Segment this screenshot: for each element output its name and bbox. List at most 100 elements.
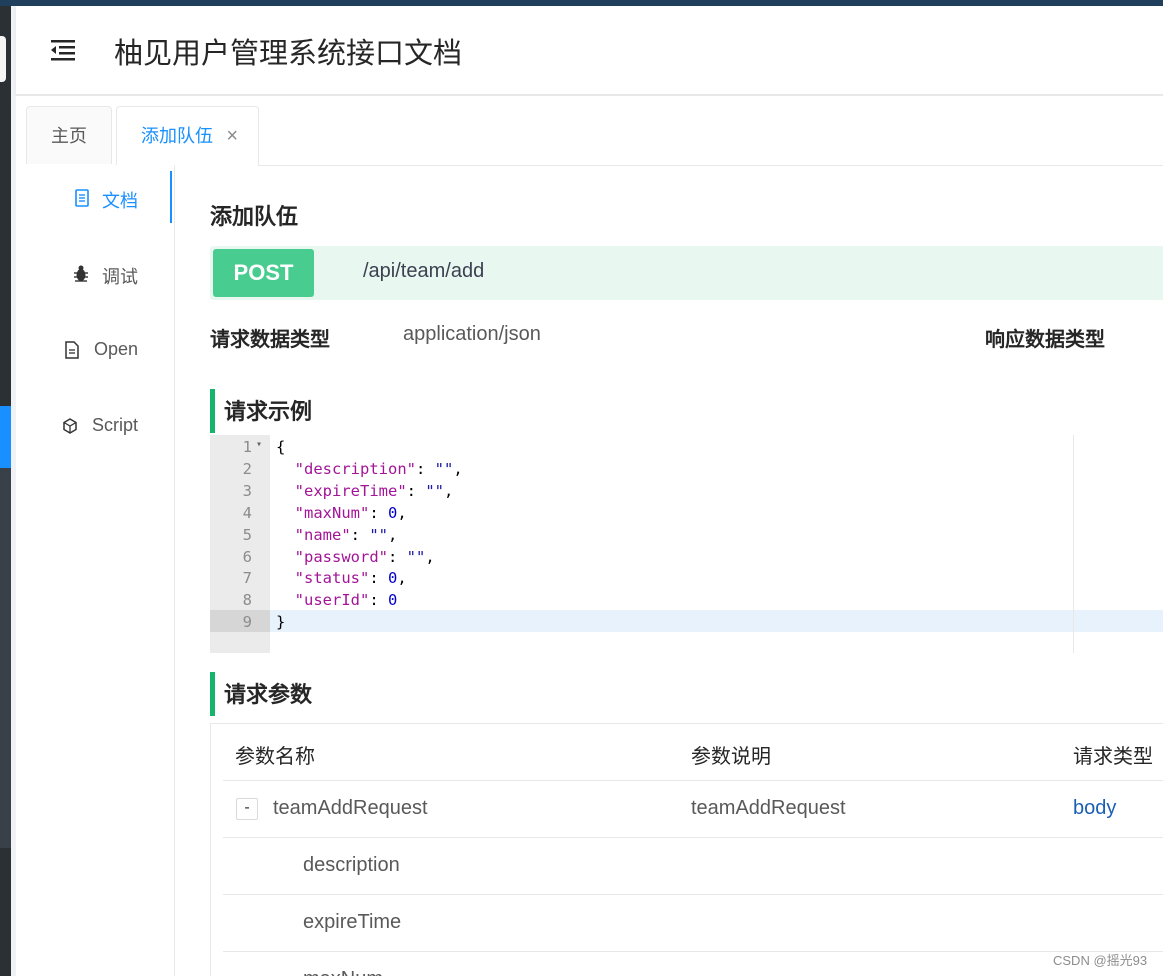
column-header: 参数说明 [691,746,771,768]
code-token-post: , [425,547,435,566]
code-token-post: , [397,503,407,522]
editor-print-margin [1073,435,1074,653]
code-sandbox-icon [63,418,77,434]
code-token-mid: : [388,547,407,566]
app-header: 柚见用户管理系统接口文档 [16,6,1163,96]
code-token-val: 0 [388,591,398,610]
rail-section [0,468,11,848]
request-example-title: 请求示例 [210,389,312,433]
nav-active-indicator [170,171,172,223]
request-type-value: application/json [403,323,541,346]
code-token-pre [276,504,295,522]
param-name: maxNum [303,968,383,976]
param-desc: teamAddRequest [691,797,846,819]
rail-handle[interactable] [0,36,6,82]
table-header-row: 参数名称 参数说明 请求类型 [223,724,1163,781]
code-token-key: "status" [294,569,370,588]
code-token-pre [276,526,295,544]
code-line: "expireTime": "", [276,480,454,502]
code-token-mid: : [369,569,388,588]
code-token-val: "" [425,481,444,500]
request-type-label-text: 请求数据类型 [210,329,330,351]
table-row: maxNum [223,952,1163,976]
nav-item-script[interactable]: Script [16,399,170,451]
bug-icon [74,265,88,282]
code-token-pre: } [276,613,286,632]
fold-toggle-icon[interactable]: ▾ [256,439,262,450]
line-number: 9 [242,613,252,632]
request-params-title: 请求参数 [210,672,312,716]
line-number: 4 [242,503,252,522]
doc-side-nav: 文档 调试 Open Script [16,165,175,976]
rail-active-indicator [0,406,11,468]
code-token-post: , [388,525,398,544]
close-icon[interactable]: × [226,107,238,165]
code-token-pre: { [276,438,286,456]
code-token-mid: : [416,459,435,478]
code-line: "maxNum": 0, [276,502,407,524]
code-line: "description": "", [276,458,463,480]
code-token-mid: : [369,591,388,610]
code-line: "name": "", [276,524,398,546]
tab-add-team[interactable]: 添加队伍 × [116,106,259,166]
code-line: { [276,436,285,458]
request-type-value-text: application/json [403,323,541,345]
param-name: description [303,854,400,876]
code-token-pre [276,460,295,478]
line-number: 5 [242,525,252,544]
code-token-mid: : [369,503,388,522]
param-name: teamAddRequest [273,797,428,819]
param-type: body [1073,797,1117,819]
endpoint-bar: POST /api/team/add [210,246,1163,300]
doc-content: 添加队伍 POST /api/team/add 请求数据类型 applicati… [174,165,1163,976]
code-token-key: "password" [294,547,388,566]
nav-item-label: Open [94,339,139,359]
code-token-key: "expireTime" [294,481,407,500]
editor-active-line [210,610,1163,632]
code-token-key: "name" [294,525,351,544]
nav-item-debug[interactable]: 调试 [16,247,170,299]
code-line: "userId": 0 [276,589,398,611]
nav-item-label: 文档 [102,191,138,211]
code-token-pre [276,569,295,587]
api-title: 添加队伍 [210,204,299,229]
response-type-label-text: 响应数据类型 [985,329,1105,351]
tab-label: 添加队伍 [141,126,213,146]
code-token-post: , [444,481,454,500]
app-title: 柚见用户管理系统接口文档 [114,38,463,70]
nav-item-docs[interactable]: 文档 [16,171,170,223]
menu-fold-icon[interactable] [48,36,78,64]
code-token-mid: : [406,481,426,500]
code-token-val: 0 [388,503,398,522]
code-token-val: "" [434,459,454,478]
table-row: expireTime [223,895,1163,952]
response-type-label: 响应数据类型 [985,323,1105,352]
nav-item-label: 调试 [102,267,138,287]
code-token-val: 0 [388,569,398,588]
api-path: /api/team/add [363,260,485,282]
line-number: 1 [242,438,252,456]
code-token-pre [276,548,295,566]
nav-item-open[interactable]: Open [16,323,170,375]
line-number: 6 [242,547,252,566]
line-number: 3 [242,481,252,500]
code-token-key: "userId" [294,591,370,610]
tab-label: 主页 [51,126,87,146]
code-token-post: , [397,569,407,588]
collapse-row-button[interactable]: - [236,798,258,820]
table-row: description [223,838,1163,895]
request-example-editor[interactable]: 1 2 3 4 5 6 7 8 9 ▾ { "description": "", "expireTi… [210,435,1163,653]
code-token-key: "maxNum" [294,503,370,522]
column-header: 参数名称 [235,746,315,768]
line-number: 2 [242,459,252,478]
code-line: } [276,611,285,633]
app-left-rail [0,6,11,976]
code-token-mid: : [350,525,370,544]
code-line: "status": 0, [276,567,407,589]
watermark: CSDN @摇光93 [1053,953,1148,968]
column-header: 请求类型 [1073,746,1153,768]
tab-home[interactable]: 主页 [26,106,112,164]
file-text-icon [65,341,79,359]
code-line: "password": "", [276,546,435,568]
request-type-label: 请求数据类型 [210,323,330,352]
